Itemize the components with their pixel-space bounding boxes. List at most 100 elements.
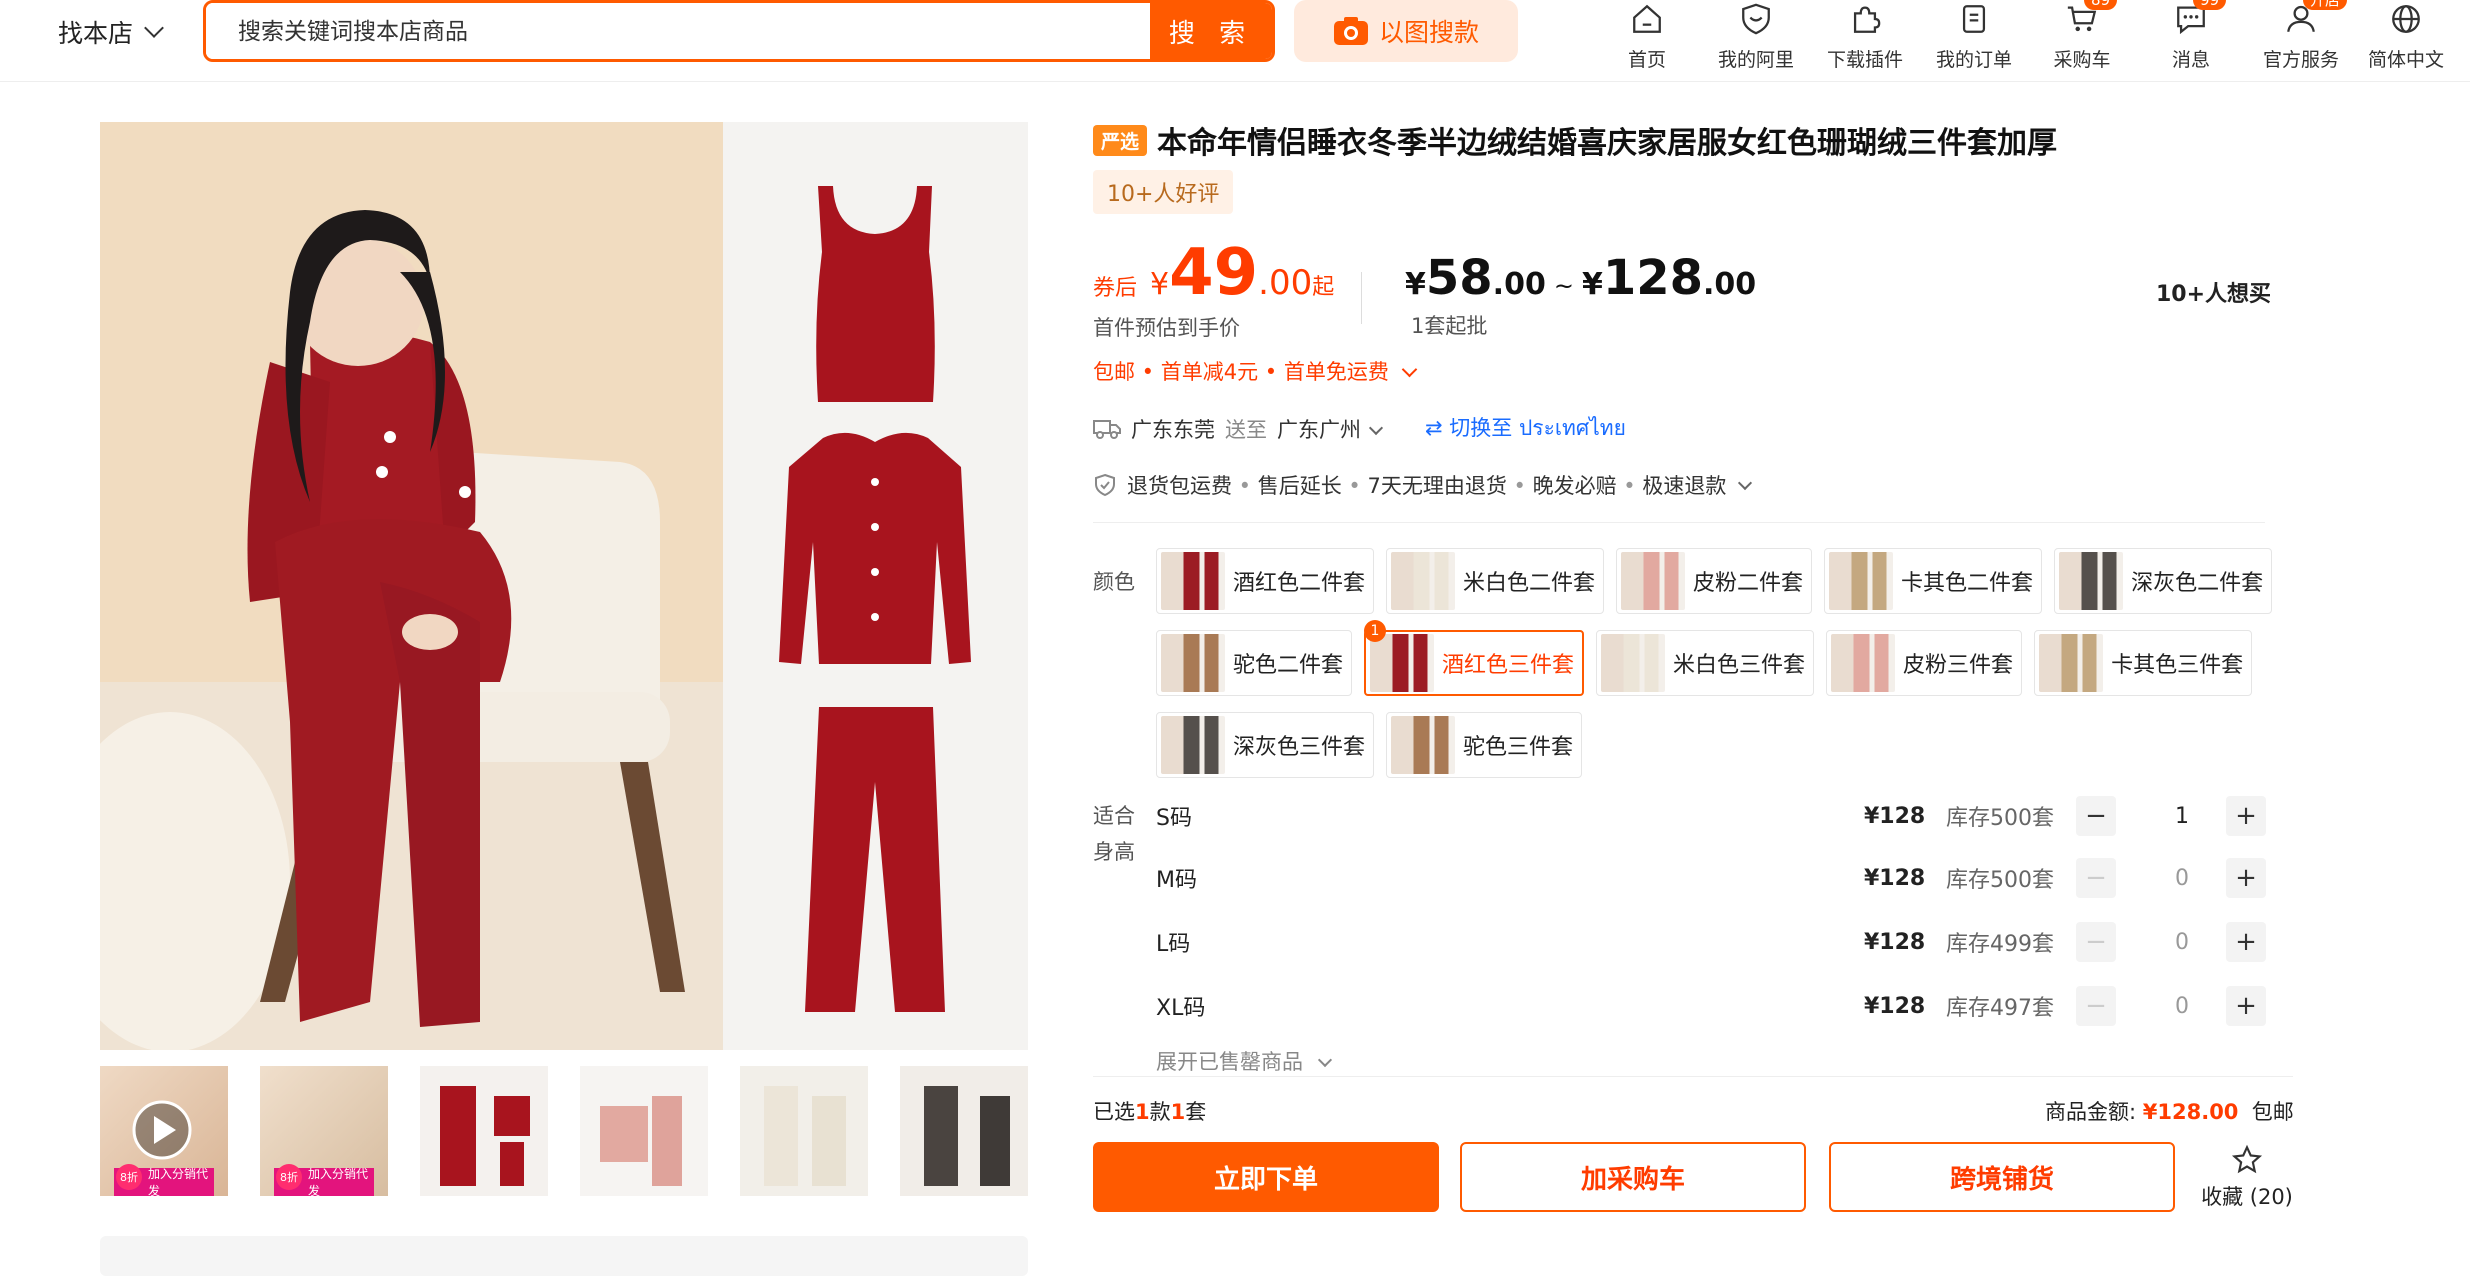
product-title: 本命年情侣睡衣冬季半边绒结婚喜庆家居服女红色珊瑚绒三件套加厚 xyxy=(1157,126,2058,161)
decrease-qty-button[interactable]: − xyxy=(2076,986,2116,1026)
search-button[interactable]: 搜 索 xyxy=(1150,3,1272,59)
color-option-label: 酒红色二件套 xyxy=(1233,571,1366,596)
color-swatch xyxy=(1391,552,1456,610)
increase-qty-button[interactable]: + xyxy=(2226,858,2266,898)
thumbnail-5[interactable] xyxy=(740,1066,868,1196)
color-option[interactable]: 皮粉三件套 xyxy=(1826,630,2023,696)
nav-globe[interactable]: 简体中文 xyxy=(2356,0,2456,71)
add-to-cart-button[interactable]: 加采购车 xyxy=(1460,1142,1806,1212)
color-option-label: 米白色二件套 xyxy=(1463,571,1596,596)
nav-message[interactable]: 消息 99 xyxy=(2136,0,2246,71)
ship-from: 广东东莞 xyxy=(1131,417,1215,442)
size-stock: 库存500套 xyxy=(1946,868,2054,893)
order-icon xyxy=(1957,2,1991,45)
thumbnail-6[interactable] xyxy=(900,1066,1028,1196)
nav-user-shield[interactable]: 我的阿里 xyxy=(1702,0,1810,71)
image-search-button[interactable]: 以图搜款 xyxy=(1294,0,1518,62)
thumbnail-strip: 加入分销代发 8折 加入分销代发 8折 xyxy=(100,1066,1028,1198)
home-icon xyxy=(1630,2,1664,45)
color-option-label: 皮粉二件套 xyxy=(1693,571,1804,596)
divider xyxy=(1093,522,2265,523)
ship-to-dropdown[interactable]: 广东广州 xyxy=(1277,414,1384,444)
nav-label: 官方服务 xyxy=(2262,49,2339,71)
color-option[interactable]: 卡其色二件套 xyxy=(1824,548,2043,614)
decrease-qty-button[interactable]: − xyxy=(2076,922,2116,962)
service-guarantees[interactable]: 退货包运费 • 售后延长 • 7天无理由退货 • 晚发必赔 • 极速退款 xyxy=(1093,470,1753,500)
camera-icon xyxy=(1333,17,1368,45)
color-option-label: 驼色二件套 xyxy=(1233,653,1344,678)
nav-home[interactable]: 首页 xyxy=(1592,0,1702,71)
color-options: 酒红色二件套 米白色二件套 皮粉二件套 卡其色二件套 深灰色二件套 驼色二件套 酒红色三件套… xyxy=(1156,548,2316,778)
color-swatch xyxy=(1161,716,1225,774)
yanxuan-badge: 严选 xyxy=(1093,124,1148,156)
title-row: 严选 本命年情侣睡衣冬季半边绒结婚喜庆家居服女红色珊瑚绒三件套加厚 xyxy=(1093,118,2057,162)
discount-tag: 8折 xyxy=(116,1164,142,1190)
increase-qty-button[interactable]: + xyxy=(2226,986,2266,1026)
selected-count-badge: 1 xyxy=(1364,620,1387,642)
want-count: 10+人想买 xyxy=(2156,282,2272,307)
color-option-label: 米白色三件套 xyxy=(1673,653,1806,678)
color-option[interactable]: 深灰色三件套 xyxy=(1156,712,1375,778)
promo-dropdown[interactable]: 包邮 • 首单减4元 • 首单免运费 xyxy=(1093,356,1417,386)
color-option[interactable]: 深灰色二件套 xyxy=(2054,548,2273,614)
size-name: L码 xyxy=(1156,932,1191,957)
nav-service[interactable]: 官方服务 开店 xyxy=(2246,0,2356,71)
thumbnail-3[interactable] xyxy=(420,1066,548,1196)
color-swatch xyxy=(1161,552,1225,610)
nav-plugin[interactable]: 下载插件 xyxy=(1810,0,1920,71)
truck-icon xyxy=(1093,419,1121,439)
search-scope-label: 找本店 xyxy=(58,19,134,48)
size-name: M码 xyxy=(1156,868,1197,893)
image-search-label: 以图搜款 xyxy=(1378,18,1479,47)
quantity-value[interactable]: 0 xyxy=(2142,930,2222,955)
nav-label: 消息 xyxy=(2171,49,2210,71)
coupon-price: ¥49.00起 xyxy=(1150,236,1335,310)
divider xyxy=(1093,1076,2293,1077)
thumbnail-video[interactable]: 加入分销代发 8折 xyxy=(100,1066,228,1196)
quantity-value[interactable]: 0 xyxy=(2142,866,2222,891)
color-option[interactable]: 驼色二件套 xyxy=(1156,630,1353,696)
coupon-label: 券后 xyxy=(1093,276,1138,301)
color-option[interactable]: 皮粉二件套 xyxy=(1616,548,1813,614)
price-range: ¥58.00 ~ ¥128.00 xyxy=(1405,250,1757,306)
ship-to-word: 送至 xyxy=(1225,417,1267,442)
expand-soldout-link[interactable]: 展开已售罄商品 xyxy=(1156,1046,1332,1076)
nav-cart[interactable]: 采购车 89 xyxy=(2028,0,2136,71)
size-stock: 库存500套 xyxy=(1946,806,2054,831)
main-product-image[interactable]: 背心 外套 裤子 xyxy=(100,122,1028,1050)
color-option[interactable]: 酒红色二件套 xyxy=(1156,548,1375,614)
search-input[interactable] xyxy=(206,3,1150,59)
size-price: ¥128 xyxy=(1864,803,1926,829)
chevron-down-icon xyxy=(144,18,164,38)
model-photo xyxy=(100,122,723,1050)
decrease-qty-button[interactable]: − xyxy=(2076,858,2116,898)
color-option[interactable]: 驼色三件套 xyxy=(1386,712,1583,778)
search-scope-dropdown[interactable]: 找本店 xyxy=(58,14,164,50)
top-nav: 首页 我的阿里 下载插件 我的订单 采购车 89 消息 99 官方服务 开店 简体中文 xyxy=(1592,0,2456,71)
color-option[interactable]: 酒红色三件套 1 xyxy=(1364,620,1585,696)
nav-badge: 99 xyxy=(2193,0,2227,10)
buy-now-button[interactable]: 立即下单 xyxy=(1093,1142,1439,1212)
nav-badge: 89 xyxy=(2084,0,2118,10)
nav-order[interactable]: 我的订单 xyxy=(1920,0,2028,71)
color-swatch xyxy=(1161,634,1225,692)
decrease-qty-button[interactable]: − xyxy=(2076,796,2116,836)
color-option-label: 酒红色三件套 xyxy=(1442,653,1575,678)
nav-label: 简体中文 xyxy=(2367,49,2444,71)
quantity-value[interactable]: 1 xyxy=(2142,804,2222,829)
increase-qty-button[interactable]: + xyxy=(2226,796,2266,836)
increase-qty-button[interactable]: + xyxy=(2226,922,2266,962)
thumbnail-2[interactable]: 加入分销代发 8折 xyxy=(260,1066,388,1196)
service-item: 极速退款 xyxy=(1642,474,1727,498)
color-option[interactable]: 卡其色三件套 xyxy=(2034,630,2253,696)
thumbnail-4[interactable] xyxy=(580,1066,708,1196)
nav-label: 首页 xyxy=(1627,49,1666,71)
favorite-button[interactable]: 收藏 (20) xyxy=(2197,1144,2297,1211)
coupon-note: 首件预估到手价 xyxy=(1093,316,1240,340)
switch-region-link[interactable]: ⇄ 切换至 ประเทศไทย xyxy=(1425,412,1626,445)
quantity-value[interactable]: 0 xyxy=(2142,994,2222,1019)
color-swatch xyxy=(2059,552,2124,610)
color-option[interactable]: 米白色三件套 xyxy=(1596,630,1815,696)
cross-border-button[interactable]: 跨境铺货 xyxy=(1829,1142,2175,1212)
color-option[interactable]: 米白色二件套 xyxy=(1386,548,1605,614)
